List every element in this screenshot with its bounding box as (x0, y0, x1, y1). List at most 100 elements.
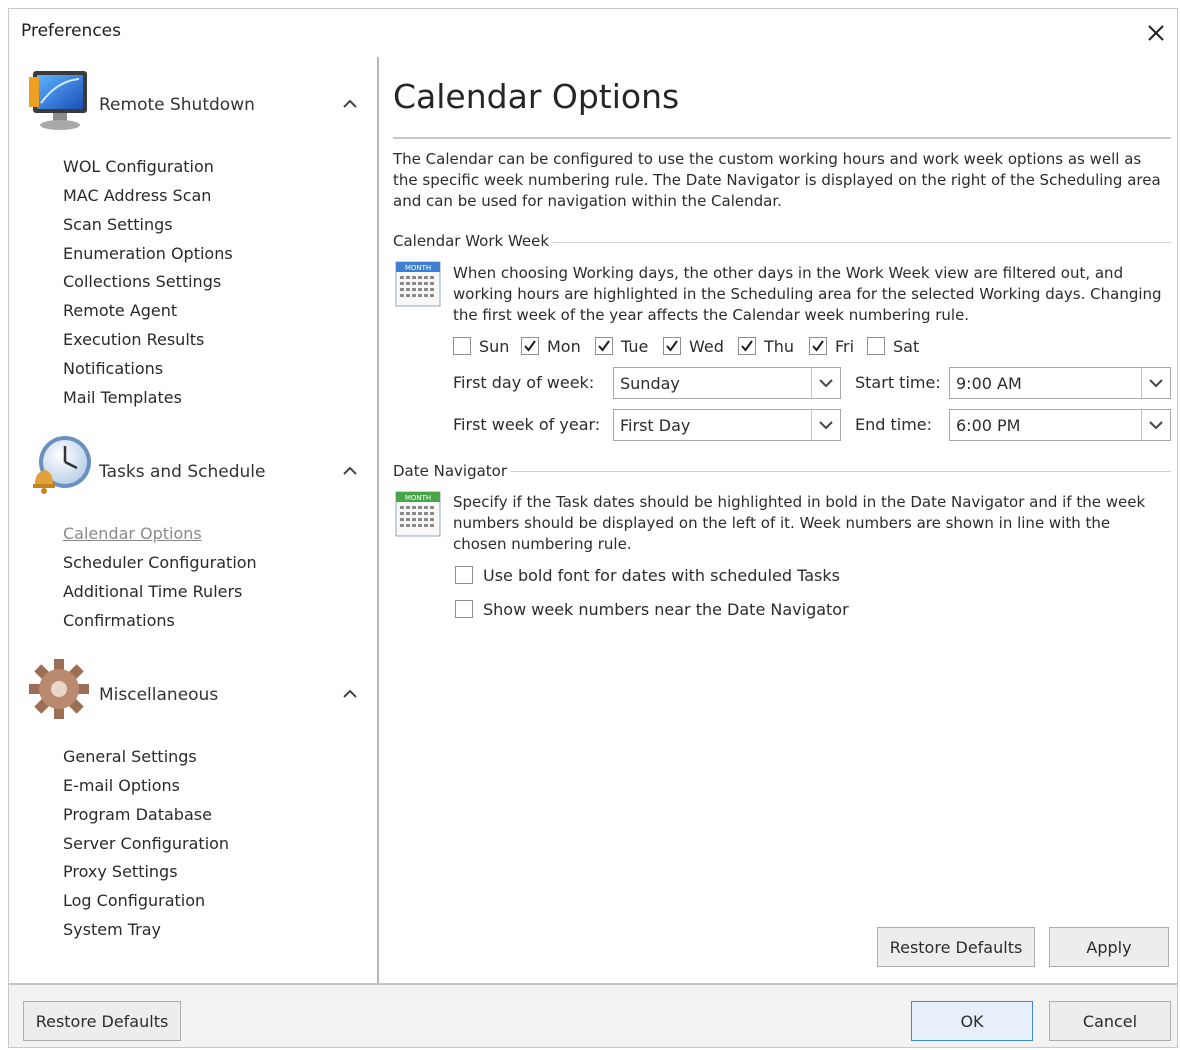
checkbox[interactable] (809, 337, 827, 355)
cancel-button[interactable]: Cancel (1049, 1001, 1171, 1041)
collapse-button[interactable] (339, 460, 361, 482)
restore-defaults-button[interactable]: Restore Defaults (877, 927, 1035, 967)
day-label: Thu (764, 336, 795, 356)
sidebar-item-confirmations[interactable]: Confirmations (63, 610, 175, 632)
sidebar-item-execution-results[interactable]: Execution Results (63, 329, 204, 351)
checkmark-icon (524, 340, 536, 352)
close-icon (1148, 25, 1164, 41)
page-title: Calendar Options (393, 77, 680, 116)
checkbox[interactable] (663, 337, 681, 355)
end-time-select[interactable]: 6:00 PM (949, 409, 1171, 441)
day-checkbox-tue[interactable]: Tue (595, 335, 648, 357)
global-restore-defaults-button[interactable]: Restore Defaults (23, 1001, 181, 1041)
sidebar-item-enumeration-options[interactable]: Enumeration Options (63, 243, 233, 265)
chevron-down-icon (1149, 379, 1163, 387)
first-day-select[interactable]: Sunday (613, 367, 841, 399)
day-checkbox-mon[interactable]: Mon (521, 335, 581, 357)
dropdown-button[interactable] (811, 368, 840, 398)
chevron-down-icon (819, 379, 833, 387)
checkbox[interactable] (595, 337, 613, 355)
calendar-icon: MONTH (395, 261, 441, 307)
week-numbers-option[interactable]: Show week numbers near the Date Navigato… (455, 598, 849, 620)
intro-text: The Calendar can be configured to use th… (393, 150, 1161, 210)
calendar-caption: MONTH (405, 264, 431, 272)
group-miscellaneous: Miscellaneous (27, 657, 367, 729)
sidebar-divider (377, 57, 379, 983)
sidebar-item-email-options[interactable]: E-mail Options (63, 775, 180, 797)
day-label: Sun (479, 336, 510, 356)
start-time-select[interactable]: 9:00 AM (949, 367, 1171, 399)
chevron-up-icon (343, 466, 357, 475)
sidebar-item-general-settings[interactable]: General Settings (63, 746, 197, 768)
sidebar: Remote Shutdown WOL Configuration MAC Ad… (9, 57, 377, 983)
clock-icon (33, 436, 91, 494)
sidebar-item-collections-settings[interactable]: Collections Settings (63, 271, 221, 293)
day-label: Wed (689, 336, 724, 356)
first-week-select[interactable]: First Day (613, 409, 841, 441)
calendar-icon: MONTH (395, 491, 441, 537)
sidebar-item-mail-templates[interactable]: Mail Templates (63, 387, 182, 409)
chevron-down-icon (1149, 421, 1163, 429)
checkbox[interactable] (521, 337, 539, 355)
day-label: Tue (621, 336, 649, 356)
ok-button[interactable]: OK (911, 1001, 1033, 1041)
bold-dates-option[interactable]: Use bold font for dates with scheduled T… (455, 564, 840, 586)
first-week-label: First week of year: (453, 415, 601, 434)
sidebar-item-remote-agent[interactable]: Remote Agent (63, 300, 177, 322)
group-title: Remote Shutdown (99, 95, 255, 115)
apply-button[interactable]: Apply (1049, 927, 1169, 967)
sidebar-item-calendar-options[interactable]: Calendar Options (63, 523, 202, 545)
sidebar-item-proxy-settings[interactable]: Proxy Settings (63, 861, 178, 883)
checkmark-icon (812, 340, 824, 352)
sidebar-item-mac-address-scan[interactable]: MAC Address Scan (63, 185, 211, 207)
sidebar-item-server-configuration[interactable]: Server Configuration (63, 833, 229, 855)
dropdown-button[interactable] (811, 410, 840, 440)
checkbox[interactable] (867, 337, 885, 355)
day-checkbox-sat[interactable]: Sat (867, 335, 919, 357)
select-value: 6:00 PM (956, 416, 1021, 435)
date-navigator-description: Specify if the Task dates should be high… (453, 493, 1146, 553)
checkbox[interactable] (453, 337, 471, 355)
group-title: Miscellaneous (99, 685, 219, 705)
dropdown-button[interactable] (1141, 368, 1170, 398)
option-label: Show week numbers near the Date Navigato… (483, 599, 849, 619)
checkmark-icon (598, 340, 610, 352)
checkbox[interactable] (455, 600, 473, 618)
start-time-label: Start time: (855, 373, 941, 392)
gear-icon (29, 659, 89, 719)
select-value: 9:00 AM (956, 374, 1022, 393)
sidebar-item-log-configuration[interactable]: Log Configuration (63, 890, 205, 912)
checkmark-icon (741, 340, 753, 352)
monitor-icon (29, 71, 87, 130)
collapse-button[interactable] (339, 93, 361, 115)
end-time-label: End time: (855, 415, 933, 434)
calendar-caption: MONTH (405, 494, 431, 502)
section-label-work-week: Calendar Work Week (393, 232, 554, 250)
chevron-up-icon (343, 99, 357, 108)
day-checkbox-fri[interactable]: Fri (809, 335, 854, 357)
checkbox[interactable] (738, 337, 756, 355)
day-label: Fri (835, 336, 855, 356)
day-checkbox-sun[interactable]: Sun (453, 335, 509, 357)
chevron-up-icon (343, 689, 357, 698)
checkbox[interactable] (455, 566, 473, 584)
select-value: First Day (620, 416, 691, 435)
sidebar-item-scheduler-configuration[interactable]: Scheduler Configuration (63, 552, 257, 574)
sidebar-item-scan-settings[interactable]: Scan Settings (63, 214, 173, 236)
day-checkbox-wed[interactable]: Wed (663, 335, 724, 357)
chevron-down-icon (819, 421, 833, 429)
day-checkbox-thu[interactable]: Thu (738, 335, 794, 357)
sidebar-item-additional-time-rulers[interactable]: Additional Time Rulers (63, 581, 242, 603)
sidebar-item-system-tray[interactable]: System Tray (63, 919, 161, 941)
sidebar-item-program-database[interactable]: Program Database (63, 804, 212, 826)
dropdown-button[interactable] (1141, 410, 1170, 440)
collapse-button[interactable] (339, 683, 361, 705)
checkmark-icon (666, 340, 678, 352)
close-button[interactable] (1139, 17, 1173, 49)
sidebar-item-wol-configuration[interactable]: WOL Configuration (63, 156, 214, 178)
select-value: Sunday (620, 374, 680, 393)
first-day-label: First day of week: (453, 373, 595, 392)
group-remote-shutdown: Remote Shutdown (27, 67, 367, 139)
sidebar-item-notifications[interactable]: Notifications (63, 358, 163, 380)
section-label-date-navigator: Date Navigator (393, 462, 512, 480)
